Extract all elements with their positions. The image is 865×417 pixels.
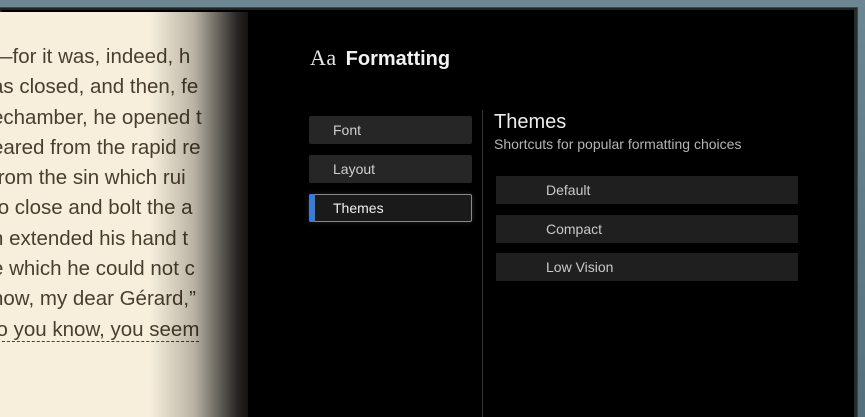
nav-item-label: Layout — [333, 161, 376, 177]
text-format-icon: Aa — [310, 45, 337, 70]
screen: —for it was, indeed, h as closed, and th… — [0, 0, 865, 417]
theme-option-label: Low Vision — [546, 259, 614, 275]
selection-accent — [309, 194, 315, 222]
theme-option-label: Default — [546, 182, 591, 198]
theme-option-label: Compact — [546, 220, 603, 237]
nav-item-layout[interactable]: Layout — [309, 155, 472, 183]
theme-option-default[interactable]: Default — [496, 176, 798, 204]
theme-list: Default Compact Low Vision — [496, 176, 798, 292]
theme-option-compact[interactable]: Compact — [496, 214, 798, 243]
nav-item-themes[interactable]: Themes — [309, 194, 472, 222]
theme-option-low-vision[interactable]: Low Vision — [496, 253, 798, 281]
formatting-nav: Font Layout Themes — [309, 116, 472, 233]
content-title: Themes — [494, 111, 567, 133]
nav-item-font[interactable]: Font — [309, 116, 472, 144]
panel-title: Formatting — [345, 48, 451, 70]
content-subtitle: Shortcuts for popular formatting choices — [494, 136, 742, 152]
nav-item-label: Themes — [333, 200, 384, 216]
formatting-panel: Aa Formatting Font Layout Themes Themes … — [248, 12, 852, 417]
page-edge-shadow — [150, 12, 260, 417]
themes-content: Themes Shortcuts for popular formatting … — [494, 110, 814, 281]
nav-item-label: Font — [333, 122, 362, 138]
divider — [482, 110, 483, 417]
panel-header: Aa Formatting — [310, 45, 450, 71]
